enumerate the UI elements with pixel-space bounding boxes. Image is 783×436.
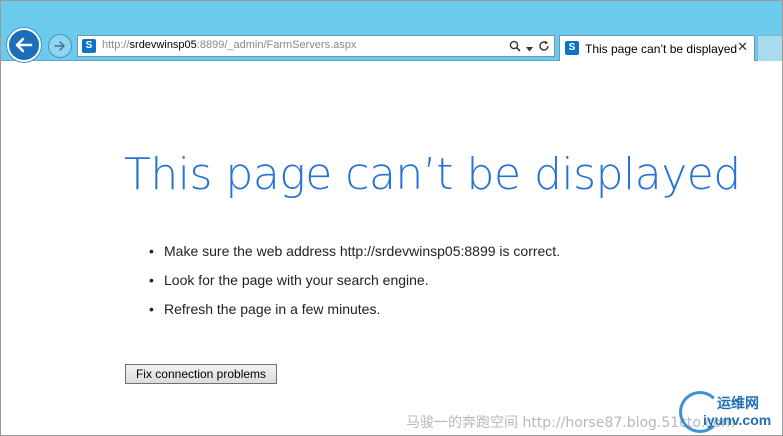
sharepoint-icon: S: [565, 41, 579, 55]
close-icon[interactable]: ✕: [737, 40, 748, 55]
address-bar[interactable]: S http://srdevwinsp05:8899/_admin/FarmSe…: [77, 35, 555, 57]
back-button[interactable]: [7, 28, 41, 62]
list-item: Refresh the page in a few minutes.: [149, 301, 560, 330]
watermark-logo: 运维网 iyunv.com: [677, 389, 782, 435]
fix-connection-button[interactable]: Fix connection problems: [125, 364, 277, 384]
arrow-right-icon: [54, 41, 65, 51]
tab-title: This page can’t be displayed: [585, 42, 738, 56]
refresh-icon[interactable]: [538, 37, 550, 56]
new-tab-button[interactable]: [757, 35, 782, 61]
address-url: http://srdevwinsp05:8899/_admin/FarmServ…: [102, 39, 357, 51]
search-icon[interactable]: [509, 37, 521, 56]
browser-window: S http://srdevwinsp05:8899/_admin/FarmSe…: [0, 0, 783, 436]
logo-text-cn: 运维网: [717, 396, 759, 412]
logo-text-en: iyunv.com: [703, 412, 772, 428]
sharepoint-icon: S: [82, 39, 96, 53]
dropdown-icon[interactable]: [526, 37, 533, 56]
forward-button[interactable]: [48, 34, 72, 58]
list-item: Look for the page with your search engin…: [149, 272, 560, 301]
browser-toolbar: S http://srdevwinsp05:8899/_admin/FarmSe…: [1, 1, 782, 62]
tab-active[interactable]: S This page can’t be displayed ✕: [559, 35, 755, 61]
list-item: Make sure the web address http://srdevwi…: [149, 243, 560, 272]
arrow-left-icon: [15, 37, 33, 53]
tips-list: Make sure the web address http://srdevwi…: [149, 243, 560, 330]
address-tools: [509, 38, 550, 54]
page-title: This page can’t be displayed: [124, 149, 741, 200]
